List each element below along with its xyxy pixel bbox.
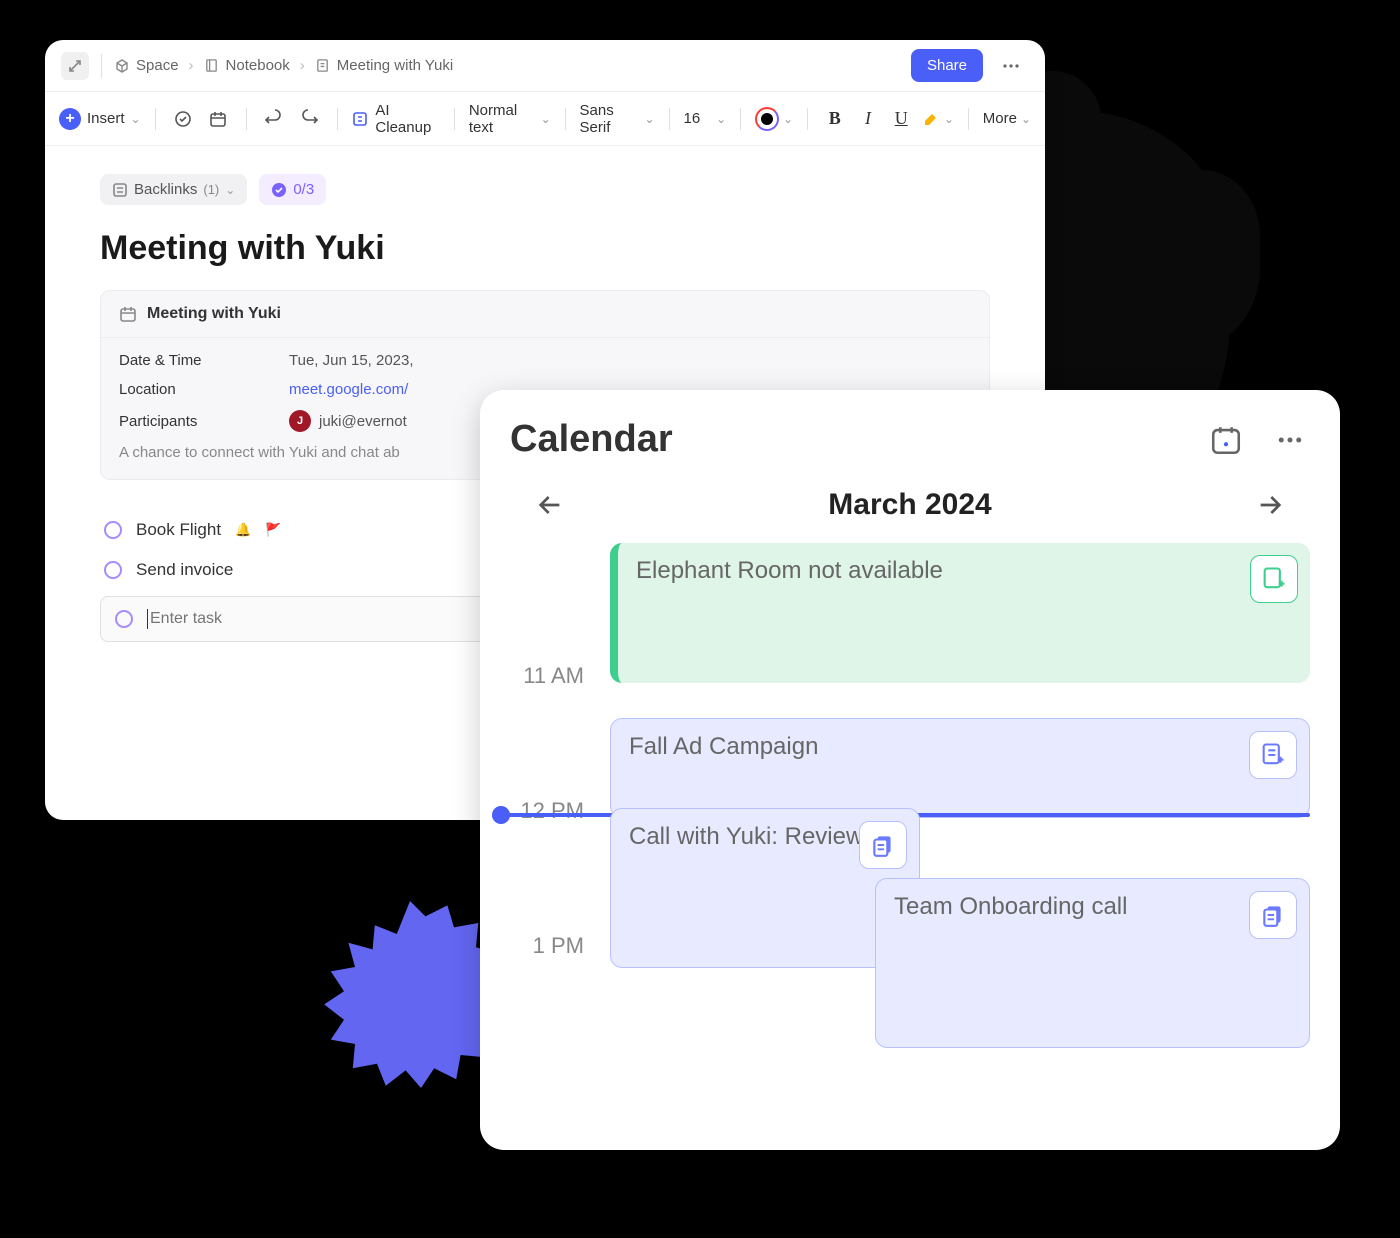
info-row-datetime: Date & Time Tue, Jun 15, 2023,: [119, 352, 971, 369]
text-caret: [147, 609, 148, 629]
chevron-down-icon: ⌄: [716, 112, 726, 126]
calendar-grid[interactable]: 11 AM 12 PM 1 PM Elephant Room not avail…: [480, 543, 1340, 1103]
breadcrumb-page[interactable]: Meeting with Yuki: [337, 57, 453, 74]
event-title: Call with Yuki: Review: [629, 823, 863, 850]
add-note-icon[interactable]: [1249, 731, 1297, 779]
calendar-more-button[interactable]: [1270, 420, 1310, 460]
plus-icon: +: [59, 108, 81, 130]
task-radio[interactable]: [104, 561, 122, 579]
highlight-button[interactable]: ⌄: [922, 110, 954, 128]
backlinks-icon: [112, 182, 128, 198]
task-label: Book Flight: [136, 520, 221, 540]
text-color-button[interactable]: ⌄: [755, 107, 793, 131]
expand-icon[interactable]: [61, 52, 89, 80]
backlinks-count: (1): [203, 182, 219, 197]
chevron-down-icon: ⌄: [1021, 112, 1031, 126]
prev-month-button[interactable]: [530, 485, 570, 525]
chevron-down-icon: ⌄: [131, 112, 141, 126]
current-time-dot: [492, 806, 510, 824]
calendar-title: Calendar: [510, 418, 673, 461]
event-title: Team Onboarding call: [894, 893, 1127, 920]
task-label: Send invoice: [136, 560, 233, 580]
text-style-select[interactable]: Normal text⌄: [469, 102, 551, 136]
highlighter-icon: [922, 110, 940, 128]
info-card-title: Meeting with Yuki: [147, 305, 281, 323]
calendar-view-button[interactable]: [1206, 420, 1246, 460]
info-label: Location: [119, 381, 289, 398]
ai-cleanup-label: AI Cleanup: [375, 102, 440, 136]
underline-button[interactable]: U: [889, 105, 914, 133]
event-elephant-room[interactable]: Elephant Room not available: [610, 543, 1310, 683]
participant-avatar[interactable]: J: [289, 410, 311, 432]
event-fall-campaign[interactable]: Fall Ad Campaign: [610, 718, 1310, 818]
divider: [101, 54, 102, 78]
tasks-pill[interactable]: 0/3: [259, 174, 326, 205]
event-title: Elephant Room not available: [636, 557, 943, 584]
info-label: Participants: [119, 413, 289, 430]
flag-icon: 🚩: [265, 522, 281, 538]
italic-button[interactable]: I: [855, 105, 880, 133]
insert-label: Insert: [87, 110, 125, 127]
task-radio[interactable]: [104, 521, 122, 539]
tasks-count: 0/3: [293, 181, 314, 198]
chevron-down-icon: ⌄: [541, 112, 551, 126]
backlinks-label: Backlinks: [134, 181, 197, 198]
editor-header: Space › Notebook › Meeting with Yuki Sha…: [45, 40, 1045, 92]
info-label: Date & Time: [119, 352, 289, 369]
info-card-header: Meeting with Yuki: [101, 291, 989, 338]
bold-button[interactable]: B: [822, 105, 847, 133]
color-swatch-icon: [755, 107, 779, 131]
notebook-icon: [204, 58, 220, 74]
chevron-right-icon: ›: [189, 57, 194, 74]
font-size-select[interactable]: 16⌄: [683, 110, 726, 127]
share-button[interactable]: Share: [911, 49, 983, 82]
calendar-button[interactable]: [205, 104, 232, 134]
breadcrumb-notebook[interactable]: Notebook: [226, 57, 290, 74]
task-radio[interactable]: [115, 610, 133, 628]
breadcrumb-space[interactable]: Space: [136, 57, 179, 74]
event-title: Fall Ad Campaign: [629, 733, 818, 760]
more-menu-button[interactable]: [993, 48, 1029, 84]
insert-button[interactable]: + Insert ⌄: [59, 108, 141, 130]
event-yuki-call[interactable]: Call with Yuki: Review: [610, 808, 920, 968]
note-link-icon[interactable]: [1249, 891, 1297, 939]
next-month-button[interactable]: [1250, 485, 1290, 525]
ai-cleanup-button[interactable]: AI Cleanup: [351, 102, 440, 136]
add-note-icon[interactable]: [1250, 555, 1298, 603]
cube-icon: [114, 58, 130, 74]
page-title[interactable]: Meeting with Yuki: [100, 229, 990, 268]
font-family-select[interactable]: Sans Serif⌄: [580, 102, 655, 136]
sparkle-icon: [351, 110, 369, 128]
bell-icon: 🔔: [235, 522, 251, 538]
check-circle-icon: [271, 182, 287, 198]
more-format-button[interactable]: More⌄: [983, 110, 1031, 127]
participant-email: juki@evernot: [319, 413, 407, 430]
meeting-link[interactable]: meet.google.com/: [289, 381, 408, 398]
calendar-panel: Calendar March 2024 11 AM 12 PM 1 PM Ele…: [480, 390, 1340, 1150]
calendar-month-label: March 2024: [828, 488, 991, 522]
redo-button[interactable]: [295, 104, 322, 134]
chevron-down-icon: ⌄: [783, 112, 793, 126]
calendar-icon: [119, 305, 137, 323]
backlinks-pill[interactable]: Backlinks (1) ⌄: [100, 174, 247, 205]
chevron-down-icon: ⌄: [225, 183, 235, 197]
calendar-header: Calendar: [480, 390, 1340, 481]
time-label-11am: 11 AM: [480, 663, 600, 689]
chevron-down-icon: ⌄: [944, 112, 954, 126]
undo-button[interactable]: [260, 104, 287, 134]
task-check-button[interactable]: [169, 104, 196, 134]
page-icon: [315, 58, 331, 74]
editor-toolbar: + Insert ⌄ AI Cleanup Normal text⌄ Sans …: [45, 92, 1045, 146]
event-onboarding[interactable]: Team Onboarding call: [875, 878, 1310, 1048]
time-label-1pm: 1 PM: [480, 933, 600, 959]
calendar-nav: March 2024: [480, 481, 1340, 543]
breadcrumb: Space › Notebook › Meeting with Yuki: [114, 57, 453, 74]
chevron-down-icon: ⌄: [645, 112, 655, 126]
chevron-right-icon: ›: [300, 57, 305, 74]
info-value: Tue, Jun 15, 2023,: [289, 352, 414, 369]
note-link-icon[interactable]: [859, 821, 907, 869]
